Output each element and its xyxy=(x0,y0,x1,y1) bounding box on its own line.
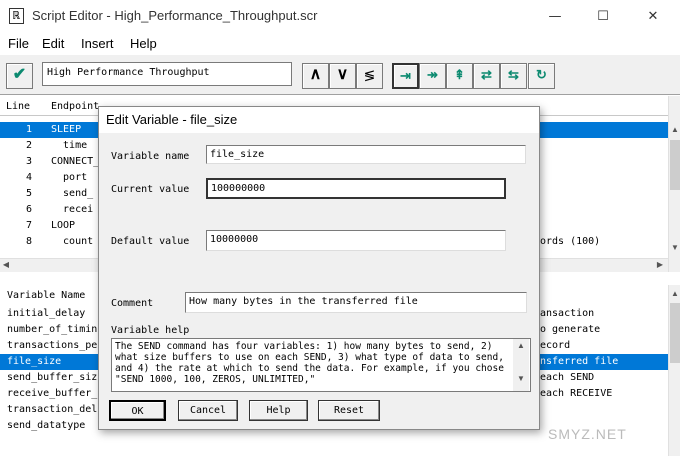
column-endpoint[interactable]: Endpoint xyxy=(51,101,99,112)
command-text: recei xyxy=(51,204,94,215)
menu-file[interactable]: File xyxy=(8,36,29,51)
variable-name: receive_buffer_ xyxy=(7,388,98,399)
default-value-label: Default value xyxy=(111,236,190,247)
maximize-button[interactable]: ☐ xyxy=(580,0,626,33)
window-title: Script Editor - High_Performance_Through… xyxy=(32,8,318,23)
title-bar: ℝ Script Editor - High_Performance_Throu… xyxy=(0,0,680,33)
scroll-down-icon[interactable]: ▼ xyxy=(669,242,680,254)
command-value: ords (100) xyxy=(540,236,601,247)
send-icon[interactable]: ↠ xyxy=(419,63,446,89)
command-text: count xyxy=(51,236,94,247)
scroll-thumb[interactable] xyxy=(670,140,680,190)
variable-help: ansaction xyxy=(540,308,595,319)
command-text: port xyxy=(51,172,88,183)
column-line[interactable]: Line xyxy=(6,101,30,112)
default-value-field[interactable]: 10000000 xyxy=(206,230,506,251)
menu-bar: File Edit Insert Help xyxy=(0,33,680,54)
variable-name-label: Variable name xyxy=(111,151,190,162)
menu-edit[interactable]: Edit xyxy=(42,36,64,51)
line-number: 5 xyxy=(26,188,33,199)
scroll-up-icon[interactable]: ▲ xyxy=(669,124,680,136)
cancel-button[interactable]: Cancel xyxy=(178,400,238,421)
close-button[interactable]: ✕ xyxy=(630,0,676,33)
scroll-up-icon[interactable]: ▲ xyxy=(669,288,680,300)
variable-help-label: Variable help xyxy=(111,325,190,336)
command-text: LOOP xyxy=(51,220,76,231)
command-text: CONNECT_ xyxy=(51,156,100,167)
line-number: 6 xyxy=(26,204,33,215)
line-number: 4 xyxy=(26,172,33,183)
variable-name: transactions_pe xyxy=(7,340,98,351)
variable-name: initial_delay xyxy=(7,308,86,319)
variable-help: each RECEIVE xyxy=(540,388,613,399)
flow-icon[interactable]: ⇆ xyxy=(500,63,527,89)
scroll-down-icon[interactable]: ▼ xyxy=(513,374,529,383)
receive-icon[interactable]: ⇞ xyxy=(446,63,473,89)
variable-help: o generate xyxy=(540,324,601,335)
comment-label: Comment xyxy=(111,298,154,309)
watermark: SMYZ.NET xyxy=(548,426,627,442)
current-value-label: Current value xyxy=(111,184,190,195)
command-text: SLEEP xyxy=(51,124,82,135)
scroll-thumb[interactable] xyxy=(670,303,680,363)
variable-help: each SEND xyxy=(540,372,595,383)
exchange-icon[interactable]: ⇄ xyxy=(473,63,500,89)
help-scrollbar[interactable]: ▲ ▼ xyxy=(513,339,529,391)
scroll-up-icon[interactable]: ▲ xyxy=(513,341,529,350)
dialog-title: Edit Variable - file_size xyxy=(99,107,539,133)
script-name-input[interactable]: High Performance Throughput xyxy=(42,62,292,86)
comment-field[interactable]: How many bytes in the transferred file xyxy=(185,292,527,313)
scroll-left-icon[interactable]: ◀ xyxy=(0,259,12,271)
line-number: 8 xyxy=(26,236,33,247)
line-number: 3 xyxy=(26,156,33,167)
column-variable-name[interactable]: Variable Name xyxy=(7,290,85,301)
app-icon: ℝ xyxy=(9,8,24,24)
variable-help: nsferred file xyxy=(540,356,619,367)
insert-endpoint-icon[interactable]: ⇥ xyxy=(392,63,419,89)
loop-icon[interactable]: ↻ xyxy=(528,63,555,89)
variable-name: file_size xyxy=(7,356,62,367)
line-number: 1 xyxy=(26,124,33,135)
variable-name: transaction_del xyxy=(7,404,98,415)
move-down-button[interactable]: ∨ xyxy=(329,63,356,89)
swap-button[interactable]: ≶ xyxy=(356,63,383,89)
line-number: 7 xyxy=(26,220,33,231)
menu-help[interactable]: Help xyxy=(130,36,157,51)
reset-button[interactable]: Reset xyxy=(318,400,380,421)
help-button[interactable]: Help xyxy=(249,400,308,421)
ok-button[interactable]: OK xyxy=(109,400,166,421)
current-value-field[interactable]: 100000000 xyxy=(206,178,506,199)
move-up-button[interactable]: ∧ xyxy=(302,63,329,89)
command-text: time xyxy=(51,140,88,151)
variable-name: send_datatype xyxy=(7,420,86,431)
variable-help: ecord xyxy=(540,340,571,351)
variable-help-text[interactable]: The SEND command has four variables: 1) … xyxy=(111,338,531,392)
line-number: 2 xyxy=(26,140,33,151)
menu-insert[interactable]: Insert xyxy=(81,36,114,51)
script-scrollbar[interactable]: ▲ ▼ xyxy=(668,96,680,272)
check-icon[interactable]: ✔ xyxy=(6,63,33,89)
variable-name: send_buffer_siz xyxy=(7,372,98,383)
variable-name: number_of_timin xyxy=(7,324,98,335)
variable-scrollbar[interactable]: ▲ xyxy=(668,285,680,456)
minimize-button[interactable]: — xyxy=(532,0,578,33)
command-text: send_ xyxy=(51,188,94,199)
edit-variable-dialog: Edit Variable - file_size Variable name … xyxy=(98,106,540,430)
variable-name-field[interactable]: file_size xyxy=(206,145,526,164)
scroll-right-icon[interactable]: ▶ xyxy=(654,259,666,271)
